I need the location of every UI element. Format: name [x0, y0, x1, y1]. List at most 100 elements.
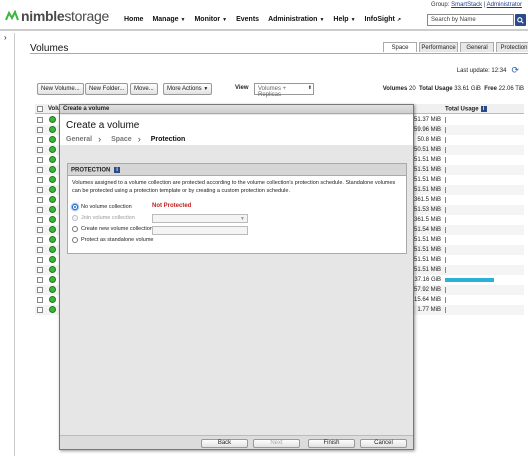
row-checkbox[interactable] [37, 297, 43, 303]
dialog-header: Create a volume General › Space › Protec… [60, 115, 413, 145]
tab-general[interactable]: General [460, 42, 494, 52]
row-checkbox[interactable] [37, 167, 43, 173]
last-update-label: Last update: 12:34 [456, 67, 507, 74]
total-usage-cell: 1.77 MiB [417, 307, 441, 313]
status-online-icon [49, 216, 56, 223]
usage-bar-empty [445, 207, 446, 213]
usage-bar-empty [445, 297, 446, 303]
finish-button[interactable]: Finish [308, 439, 355, 448]
more-actions-button[interactable]: More Actions ▼ [163, 83, 213, 95]
usage-bar-empty [445, 227, 446, 233]
nav-monitor[interactable]: Monitor ▼ [194, 16, 227, 23]
volumes-count: 20 [408, 86, 416, 92]
new-volume-button[interactable]: New Volume... [37, 83, 84, 95]
nav-manage[interactable]: Manage ▼ [152, 16, 185, 23]
dialog-footer: Back Next Finish Cancel [60, 435, 413, 449]
total-usage-cell: 51.51 MiB [413, 257, 441, 263]
tab-space[interactable]: Space [383, 42, 417, 52]
free-value: 22.06 TiB [498, 86, 524, 92]
nav-help[interactable]: Help ▼ [333, 16, 355, 23]
option-label: Create new volume collection [81, 226, 153, 232]
usage-bar-empty [445, 267, 446, 273]
back-button[interactable]: Back [201, 439, 248, 448]
radio-join-volume-collection[interactable] [72, 215, 78, 221]
logo-text-storage: storage [64, 8, 109, 24]
row-checkbox[interactable] [37, 177, 43, 183]
refresh-icon[interactable]: ⟳ [511, 65, 519, 76]
main-nav: Home Manage ▼ Monitor ▼ Events Administrat… [124, 16, 410, 23]
radio-no-volume-collection[interactable] [72, 204, 78, 210]
nav-events[interactable]: Events [236, 16, 259, 23]
row-checkbox[interactable] [37, 287, 43, 293]
group-line: Group: SmartStack | Administrator [431, 2, 522, 8]
row-checkbox[interactable] [37, 207, 43, 213]
total-usage-cell: 59.96 MiB [413, 127, 441, 133]
row-checkbox[interactable] [37, 257, 43, 263]
row-checkbox[interactable] [37, 187, 43, 193]
nav-label: Manage [152, 16, 179, 23]
status-online-icon [49, 256, 56, 263]
view-select[interactable]: Volumes + Replicas ⬍ [254, 83, 314, 98]
next-button[interactable]: Next [253, 439, 300, 448]
nav-home[interactable]: Home [124, 16, 143, 23]
row-checkbox[interactable] [37, 267, 43, 273]
nav-administration[interactable]: Administration ▼ [268, 16, 324, 23]
tab-protection[interactable]: Protection [496, 42, 528, 52]
logo-mark-icon [5, 10, 19, 21]
total-usage-cell: 15.64 MiB [413, 297, 441, 303]
chevron-right-icon: › [137, 134, 141, 144]
row-checkbox[interactable] [37, 137, 43, 143]
select-all-checkbox[interactable] [37, 106, 43, 112]
row-checkbox[interactable] [37, 197, 43, 203]
row-checkbox[interactable] [37, 247, 43, 253]
search-button[interactable] [515, 14, 526, 26]
usage-bar-empty [445, 167, 446, 173]
row-checkbox[interactable] [37, 147, 43, 153]
title-divider [30, 53, 528, 54]
row-checkbox[interactable] [37, 237, 43, 243]
row-checkbox[interactable] [37, 307, 43, 313]
row-checkbox[interactable] [37, 157, 43, 163]
dialog-titlebar[interactable]: Create a volume [60, 105, 413, 114]
status-online-icon [49, 246, 56, 253]
row-checkbox[interactable] [37, 277, 43, 283]
nimble-logo[interactable]: nimble storage [5, 8, 109, 24]
status-online-icon [49, 136, 56, 143]
total-usage-cell: 51.51 MiB [413, 157, 441, 163]
total-usage-cell: 50.8 MiB [417, 137, 441, 143]
radio-protect-standalone[interactable] [72, 237, 78, 243]
column-total-usage[interactable]: Total Usage i [445, 106, 487, 113]
chevron-down-icon: ▼ [222, 16, 228, 23]
row-checkbox[interactable] [37, 117, 43, 123]
info-icon[interactable]: i [114, 167, 121, 173]
expand-panel-icon[interactable]: › [4, 33, 7, 42]
usage-bar-empty [445, 147, 446, 153]
step-general[interactable]: General [66, 136, 92, 143]
volume-collection-select[interactable]: ▼ [152, 214, 248, 223]
new-folder-button[interactable]: New Folder... [85, 83, 129, 95]
protection-status: Not Protected [152, 203, 192, 209]
chevron-down-icon: ▼ [180, 16, 186, 23]
new-collection-name-input[interactable] [152, 226, 248, 235]
tab-performance[interactable]: Performance [419, 42, 458, 52]
step-protection[interactable]: Protection [151, 136, 186, 143]
row-checkbox[interactable] [37, 217, 43, 223]
status-online-icon [49, 176, 56, 183]
move-button[interactable]: Move... [130, 83, 158, 95]
usage-bar-empty [445, 187, 446, 193]
radio-create-volume-collection[interactable] [72, 226, 78, 232]
nav-label: Help [333, 16, 349, 23]
step-space[interactable]: Space [111, 136, 132, 143]
cancel-button[interactable]: Cancel [360, 439, 407, 448]
search-input[interactable]: Search by Name [427, 14, 514, 26]
row-checkbox[interactable] [37, 127, 43, 133]
nav-infosight[interactable]: InfoSight ↗ [365, 16, 402, 23]
user-link[interactable]: Administrator [487, 2, 522, 8]
total-usage-cell: 51.51 MiB [413, 177, 441, 183]
usage-bar-empty [445, 197, 446, 203]
volumes-count-label: Volumes [382, 86, 408, 92]
row-checkbox[interactable] [37, 227, 43, 233]
more-actions-label: More Actions [167, 86, 202, 92]
group-link[interactable]: SmartStack [451, 2, 482, 8]
status-online-icon [49, 186, 56, 193]
